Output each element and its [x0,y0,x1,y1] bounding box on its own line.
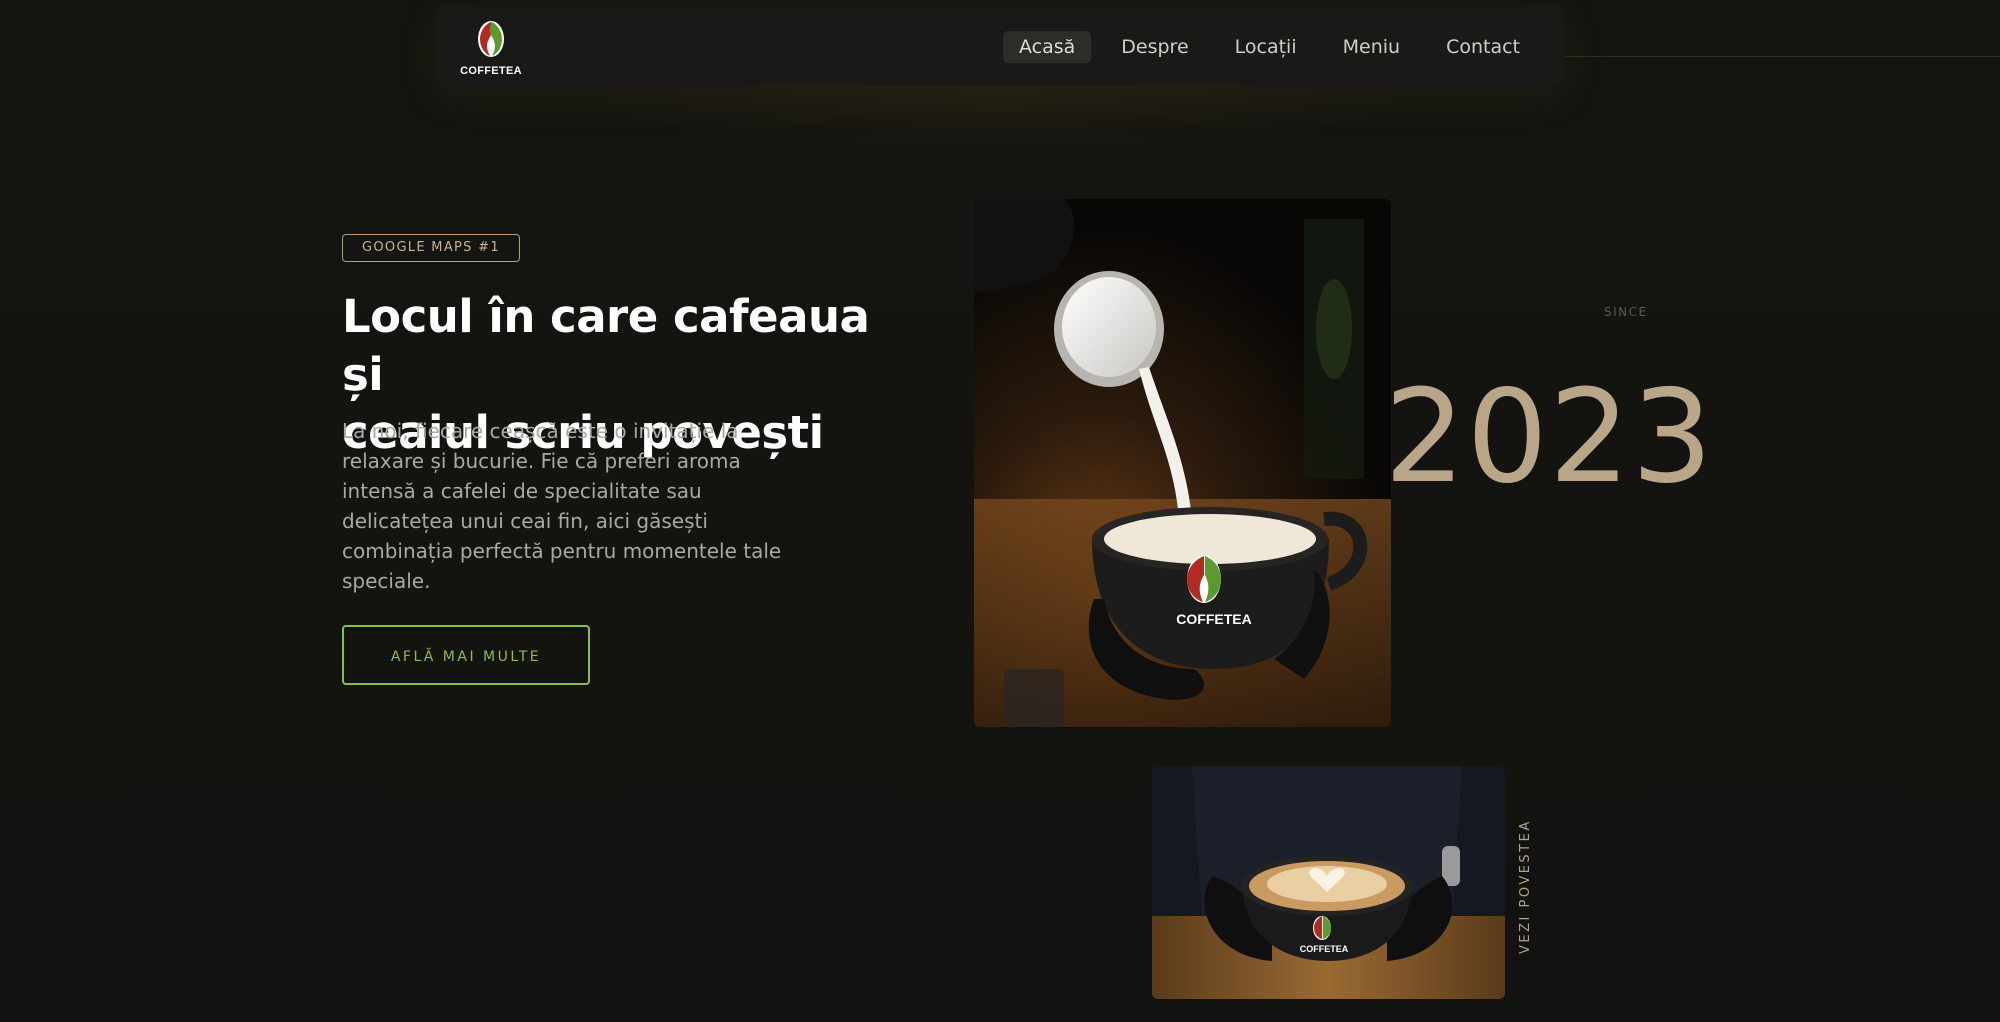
nav-menu: Acasă Despre Locații Meniu Contact [1002,31,1536,63]
google-maps-badge: GOOGLE MAPS #1 [342,234,520,262]
nav-item-contact[interactable]: Contact [1430,31,1536,63]
small-cup-brand-text: COFFETEA [1300,944,1349,954]
hero-description: La noi, fiecare ceașcă este o invitație … [342,419,782,593]
navbar: COFFETEA Acasă Despre Locații Meniu Cont… [436,7,1564,86]
since-label: SINCE [1604,305,1648,319]
coffetea-logo[interactable]: COFFETEA [456,19,526,77]
header-divider [1565,56,2000,57]
headline-line-1: Locul în care cafeaua și [342,290,870,401]
page: COFFETEA Acasă Despre Locații Meniu Cont… [0,0,2000,1022]
since-year: 2023 [1384,363,1714,512]
coffee-bean-logo-icon [478,21,504,57]
view-story-link[interactable]: VEZI POVESTEA [1518,819,1533,954]
learn-more-button[interactable]: AFLĂ MAI MULTE [342,625,590,685]
nav-item-despre[interactable]: Despre [1105,31,1204,63]
logo-text: COFFETEA [460,65,522,77]
latte-art-photo: COFFETEA [1152,766,1505,999]
nav-item-meniu[interactable]: Meniu [1327,31,1416,63]
latte-pour-photo: COFFETEA [974,199,1391,727]
nav-item-acasa[interactable]: Acasă [1002,31,1092,63]
cup-brand-text: COFFETEA [1176,611,1251,627]
nav-item-locatii[interactable]: Locații [1219,31,1313,63]
